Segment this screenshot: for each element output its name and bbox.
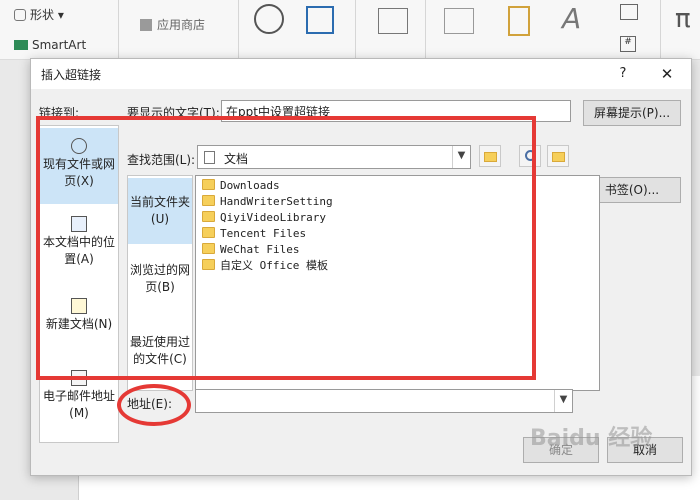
action-icon[interactable] [306,6,334,34]
browsed-pages-tab[interactable]: 浏览过的网页(B) [128,252,192,318]
shapes-button[interactable]: 形状 ▾ [14,6,64,23]
browse-file-button[interactable] [547,145,569,167]
link-existing-file-or-webpage[interactable]: 现有文件或网页(X) [40,128,118,204]
file-list-item[interactable]: Tencent Files [202,226,306,242]
email-icon [71,370,87,386]
link-place-label: 本文档中的位置(A) [42,235,115,266]
app-store-button[interactable]: 应用商店 [140,16,205,33]
folder-icon [202,243,215,254]
watermark: Baidu 经验 [530,426,653,451]
hyperlink-icon[interactable] [254,4,284,34]
file-list: Downloads HandWriterSetting QiyiVideoLib… [195,175,600,391]
up-folder-icon [484,152,497,162]
document-icon [204,151,215,164]
file-name: WeChat Files [220,243,300,256]
link-email-address[interactable]: 电子邮件地址(M) [40,362,118,440]
folder-icon [202,227,215,238]
new-document-icon [71,298,87,314]
store-icon [140,19,152,31]
folder-icon [202,211,215,222]
look-in-label: 查找范围(L): [127,153,196,167]
document-place-icon [71,216,87,232]
date-time-icon[interactable] [620,4,638,20]
equation-icon[interactable]: π [675,4,691,34]
link-to-list: 现有文件或网页(X) 本文档中的位置(A) 新建文档(N) 电子邮件地址(M) [39,125,119,443]
look-in-dropdown[interactable]: 文档 ▼ [197,145,471,169]
help-button[interactable]: ? [613,64,633,84]
folder-icon [202,179,215,190]
smartart-icon [14,40,28,50]
link-place-in-document[interactable]: 本文档中的位置(A) [40,206,118,282]
folder-icon [202,195,215,206]
header-footer-icon[interactable] [508,6,530,36]
browse-web-button[interactable] [519,145,541,167]
textbox-icon[interactable] [444,8,474,34]
ribbon: 形状 ▾ SmartArt 应用商店 A # π [0,0,700,60]
link-to-label: 链接到: [39,106,80,120]
link-new-document[interactable]: 新建文档(N) [40,284,118,360]
current-folder-tab[interactable]: 当前文件夹(U) [128,178,192,244]
file-list-item[interactable]: 自定义 Office 模板 [202,258,328,274]
link-new-document-label: 新建文档(N) [45,317,113,331]
file-name: HandWriterSetting [220,195,333,208]
file-list-item[interactable]: HandWriterSetting [202,194,333,210]
link-existing-file-label: 现有文件或网页(X) [42,157,115,188]
folder-icon [202,259,215,270]
file-name: QiyiVideoLibrary [220,211,326,224]
comment-icon[interactable] [378,8,408,34]
file-name: 自定义 Office 模板 [220,259,328,272]
file-name: Tencent Files [220,227,307,240]
link-email-label: 电子邮件地址(M) [42,389,115,420]
look-in-value: 文档 [224,152,249,166]
screentip-button[interactable]: 屏幕提示(P)... [583,100,681,126]
file-list-item[interactable]: Downloads [202,178,280,194]
globe-file-icon [71,138,87,154]
dialog-title: 插入超链接 [41,68,102,82]
file-name: Downloads [220,179,280,192]
chevron-down-icon: ▼ [452,146,470,168]
display-text-input[interactable]: 在ppt中设置超链接 [221,100,571,122]
recent-files-tab[interactable]: 最近使用过的文件(C) [128,322,192,388]
close-button[interactable]: ✕ [655,63,679,85]
chevron-down-icon: ▼ [554,390,572,412]
open-folder-icon [552,152,565,162]
wordart-icon[interactable]: A [562,2,581,35]
insert-hyperlink-dialog: 插入超链接 ? ✕ 链接到: 要显示的文字(T): 在ppt中设置超链接 屏幕提… [30,58,692,476]
address-label: 地址(E): [127,397,172,411]
shapes-icon [14,9,26,21]
address-input[interactable]: ▼ [195,389,573,413]
slide-number-icon[interactable]: # [620,36,636,52]
search-web-icon [525,150,536,161]
up-folder-button[interactable] [479,145,501,167]
file-list-item[interactable]: QiyiVideoLibrary [202,210,326,226]
smartart-button[interactable]: SmartArt [14,38,86,52]
display-text-label: 要显示的文字(T): [127,106,220,120]
sub-navigation: 当前文件夹(U) 浏览过的网页(B) 最近使用过的文件(C) [127,175,193,391]
dialog-titlebar: 插入超链接 ? ✕ [31,59,691,89]
file-list-item[interactable]: WeChat Files [202,242,299,258]
